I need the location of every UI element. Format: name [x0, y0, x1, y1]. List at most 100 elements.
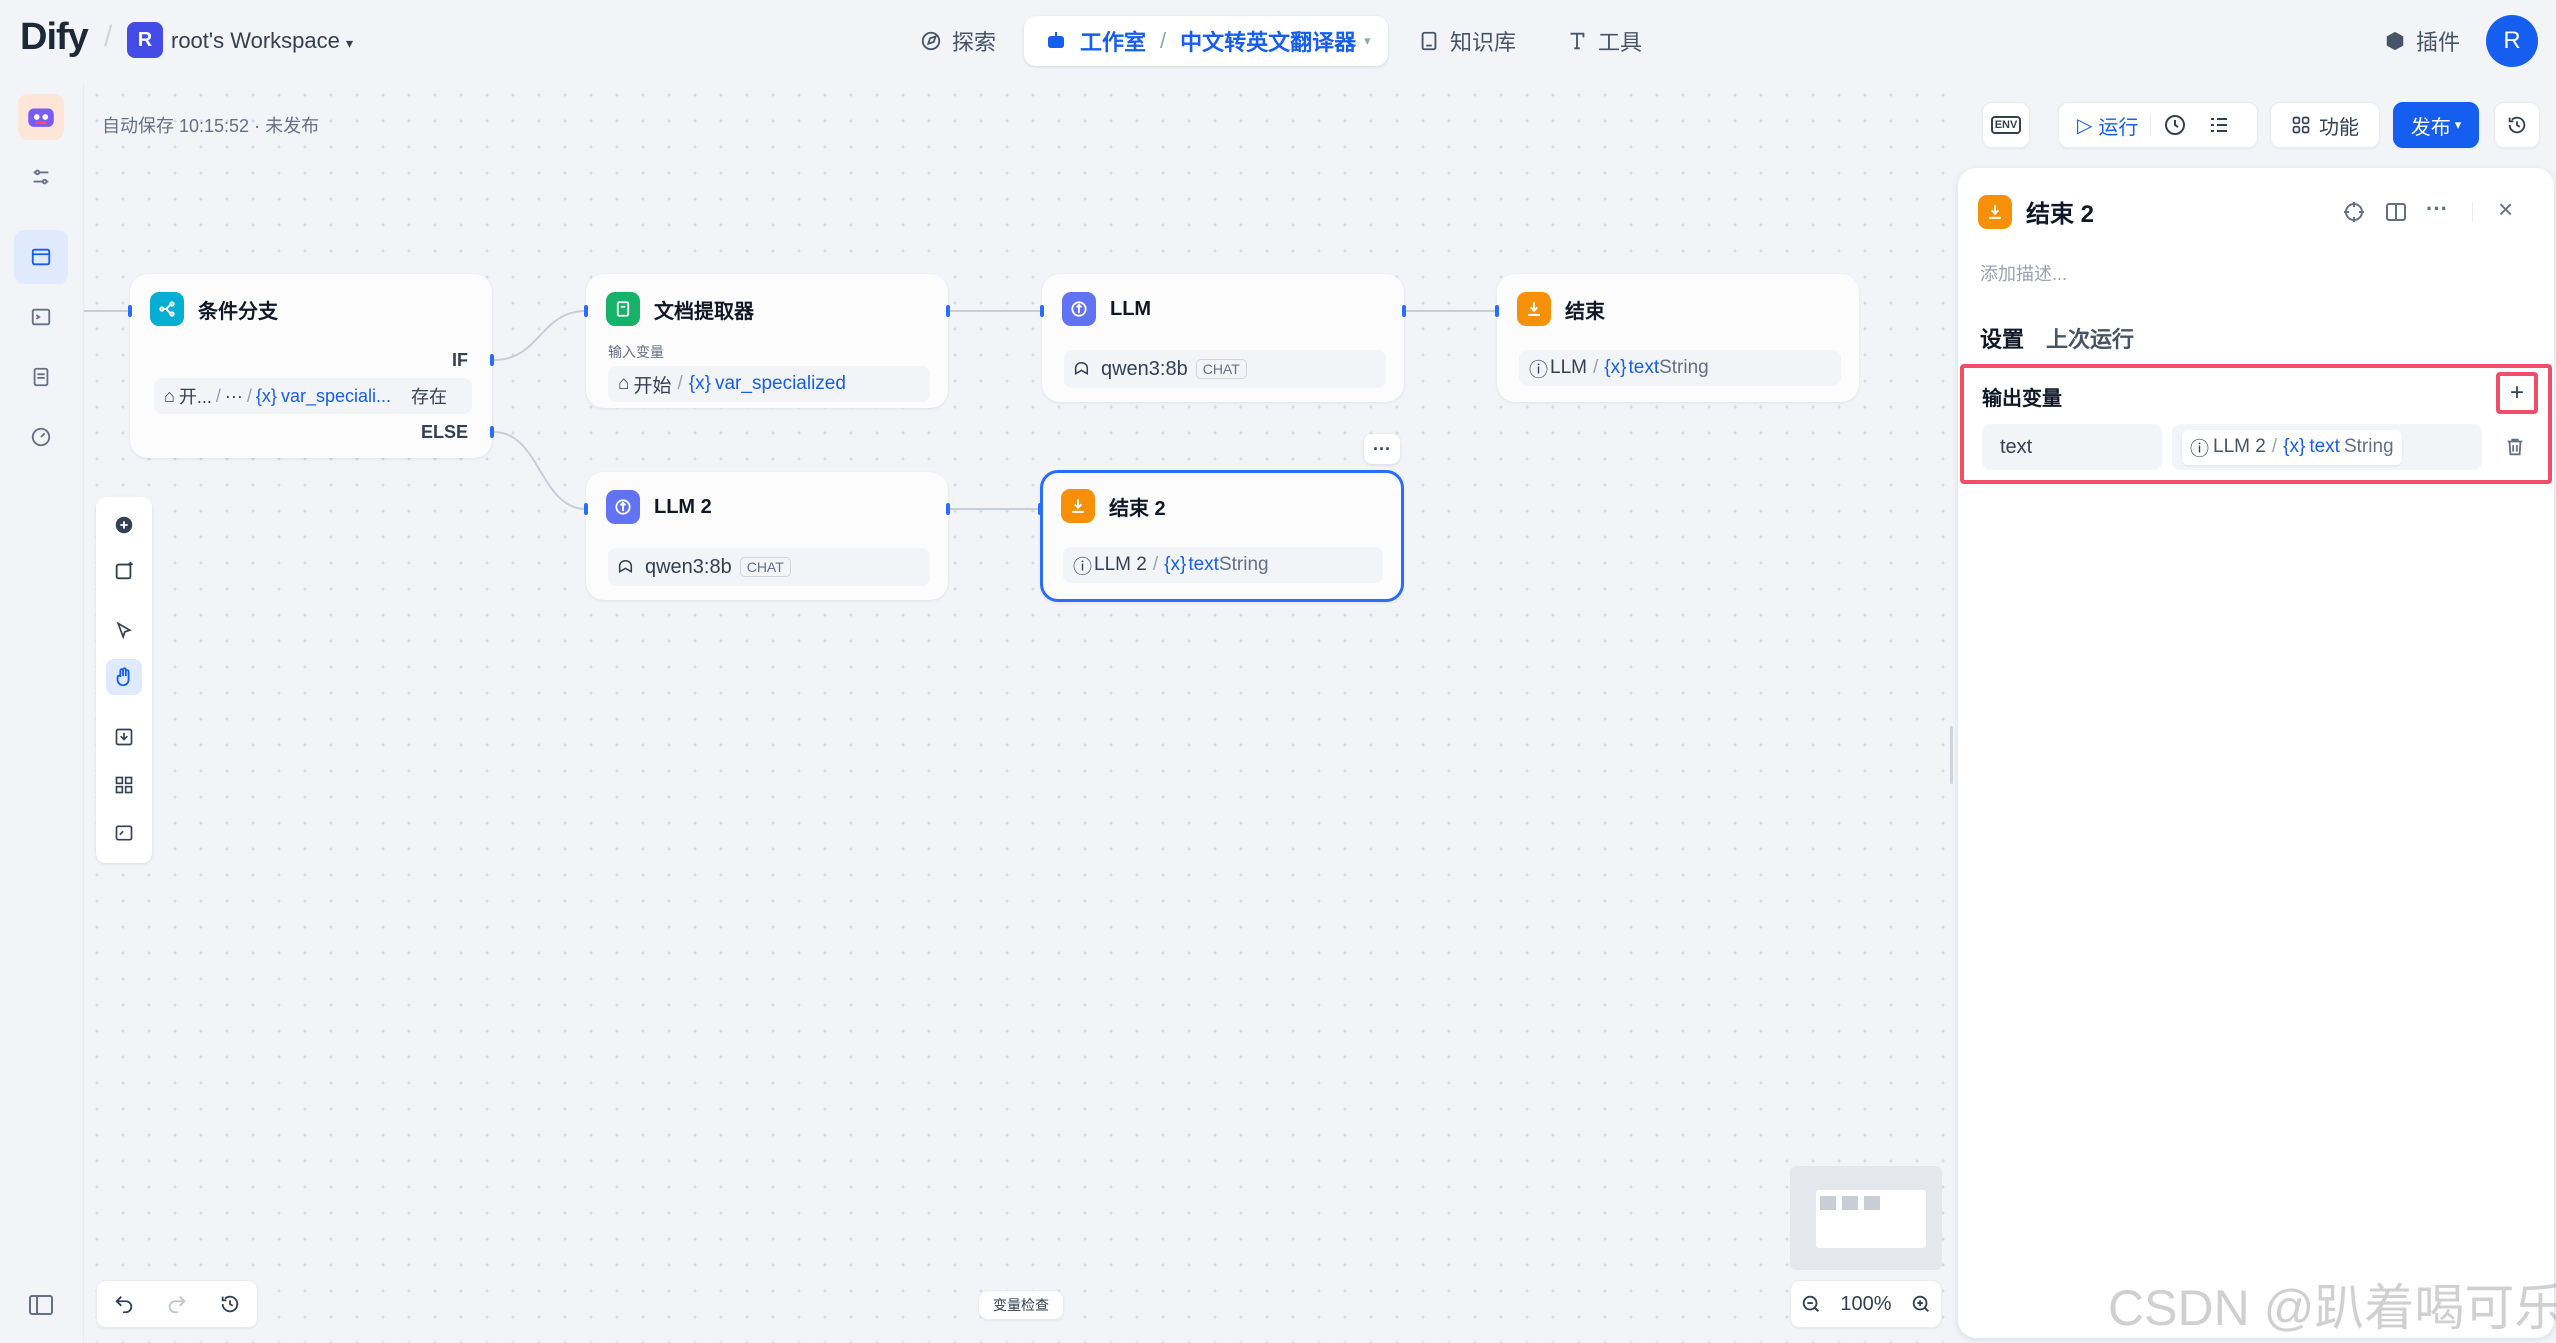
node-doc-extractor[interactable]: 文档提取器 输入变量 ⌂ 开始 / {x} var_specialized [586, 274, 948, 408]
node-if-else[interactable]: 条件分支 IF ⌂ 开... / ··· / {x} var_speciali.… [130, 274, 492, 458]
node-header: 条件分支 [150, 292, 278, 326]
document-icon [606, 292, 640, 326]
node-header: LLM 2 [606, 490, 712, 524]
crosshair-icon[interactable] [2342, 200, 2366, 224]
publish-button[interactable]: 发布 ▾ [2393, 102, 2479, 148]
node-header: LLM [1062, 292, 1151, 326]
divider: / [677, 373, 683, 394]
node-handle[interactable] [946, 503, 950, 515]
history-icon[interactable] [219, 1293, 241, 1315]
condition-source: 开... [178, 387, 212, 407]
node-handle[interactable] [1495, 305, 1499, 317]
version-history-button[interactable] [2494, 102, 2540, 148]
node-end-2[interactable]: 结束 2 ⓘ LLM 2 / {x} text String [1040, 470, 1404, 602]
condition-operator: 存在 [411, 387, 447, 407]
minimap-nodes [1820, 1196, 1880, 1210]
trash-icon[interactable] [2504, 436, 2526, 458]
pointer-icon[interactable] [106, 613, 142, 649]
history-clock-icon[interactable] [2163, 113, 2187, 137]
node-title: LLM 2 [654, 495, 712, 518]
nav-plugins-label: 插件 [2416, 30, 2461, 55]
node-title: 条件分支 [198, 300, 278, 323]
user-avatar[interactable]: R [2486, 15, 2538, 67]
model-name: qwen3:8b [1100, 357, 1188, 380]
variable-name-input[interactable]: text [1982, 424, 2162, 470]
llm-icon [1062, 292, 1096, 326]
add-variable-button[interactable]: + [2496, 372, 2538, 414]
node-end[interactable]: 结束 ⓘ LLM / {x} text String [1497, 274, 1859, 402]
if-handle[interactable] [490, 354, 494, 366]
node-header: 结束 2 [1061, 489, 1166, 523]
run-button[interactable]: ▷ 运行 [2077, 111, 2138, 140]
node-handle[interactable] [1038, 503, 1042, 515]
home-icon: ⌂ [618, 373, 630, 394]
variable-name: text [1628, 357, 1660, 378]
else-label: ELSE [420, 422, 468, 442]
node-llm-2[interactable]: LLM 2 ᗣ qwen3:8b CHAT [586, 472, 948, 600]
model-selector: ᗣ qwen3:8b CHAT [1064, 350, 1386, 388]
zoom-in-icon[interactable] [1910, 1293, 1932, 1315]
close-icon[interactable]: × [2498, 194, 2513, 225]
node-handle[interactable] [128, 305, 132, 317]
divider: / [1152, 554, 1159, 575]
end-icon [1517, 292, 1551, 326]
features-button[interactable]: 功能 [2270, 102, 2380, 148]
else-handle[interactable] [490, 426, 494, 438]
node-handle[interactable] [1040, 305, 1044, 317]
env-button[interactable]: ENV [1982, 102, 2030, 148]
node-llm[interactable]: LLM ᗣ qwen3:8b CHAT [1042, 274, 1404, 402]
checklist-icon[interactable] [2207, 113, 2231, 137]
canvas-tools [96, 497, 152, 863]
variable-icon: {x} [2283, 436, 2306, 457]
node-handle[interactable] [1402, 305, 1406, 317]
output-section-title: 输出变量 [1982, 388, 2062, 410]
output-variable: ⓘ LLM / {x} text String [1519, 350, 1841, 386]
variable-selector[interactable]: ⓘ LLM 2 / {x} text String [2172, 424, 2482, 470]
minimap-toggle-icon[interactable] [106, 815, 142, 851]
output-variable: ⓘ LLM 2 / {x} text String [1063, 547, 1383, 583]
ollama-icon: ᗣ [1074, 358, 1089, 379]
zoom-out-icon[interactable] [1800, 1293, 1822, 1315]
model-mode-badge: CHAT [1195, 359, 1247, 379]
organize-blocks-icon[interactable] [106, 767, 142, 803]
tab-settings[interactable]: 设置 [1980, 322, 2024, 354]
add-note-icon[interactable] [106, 553, 142, 589]
divider: / [215, 385, 221, 406]
panel-resize-handle[interactable] [1950, 726, 1953, 784]
nav-plugins[interactable]: 插件 [2384, 18, 2460, 64]
split-view-icon[interactable] [2384, 200, 2408, 224]
variable-chip: ⓘ LLM 2 / {x} text String [2182, 429, 2402, 465]
model-selector: ᗣ qwen3:8b CHAT [608, 548, 930, 586]
model-name: qwen3:8b [644, 555, 732, 578]
env-icon: ENV [1990, 116, 2022, 134]
variable-icon: {x} [1604, 357, 1627, 378]
model-mode-badge: CHAT [739, 557, 791, 577]
llm-icon: ⓘ [1073, 556, 1093, 578]
hand-icon[interactable] [106, 659, 142, 695]
tab-last-run[interactable]: 上次运行 [2046, 322, 2134, 354]
redo-icon[interactable] [166, 1293, 188, 1315]
variable-inspect-button[interactable]: 变量检查 [978, 1290, 1064, 1320]
node-more-button[interactable]: ··· [1364, 434, 1400, 464]
divider [2472, 202, 2473, 222]
description-input[interactable]: 添加描述... [1980, 260, 2067, 286]
undo-icon[interactable] [113, 1293, 135, 1315]
history-icon [2508, 116, 2526, 134]
llm-icon: ⓘ [2190, 438, 2210, 460]
variable-type: String [1659, 357, 1709, 378]
panel-title[interactable]: 结束 2 [2026, 194, 2094, 229]
variable-source: LLM 2 [1094, 554, 1147, 575]
divider: / [2271, 436, 2278, 457]
add-node-icon[interactable] [106, 507, 142, 543]
variable-type: String [1218, 554, 1269, 575]
undo-redo-bar [96, 1280, 258, 1328]
node-handle[interactable] [584, 503, 588, 515]
zoom-level[interactable]: 100% [1840, 1293, 1891, 1316]
export-image-icon[interactable] [106, 719, 142, 755]
node-handle[interactable] [946, 305, 950, 317]
variable-var: text [2309, 436, 2340, 457]
node-title: LLM [1110, 297, 1152, 320]
minimap[interactable] [1790, 1166, 1942, 1270]
more-icon[interactable]: ··· [2426, 196, 2448, 222]
node-handle[interactable] [584, 305, 588, 317]
